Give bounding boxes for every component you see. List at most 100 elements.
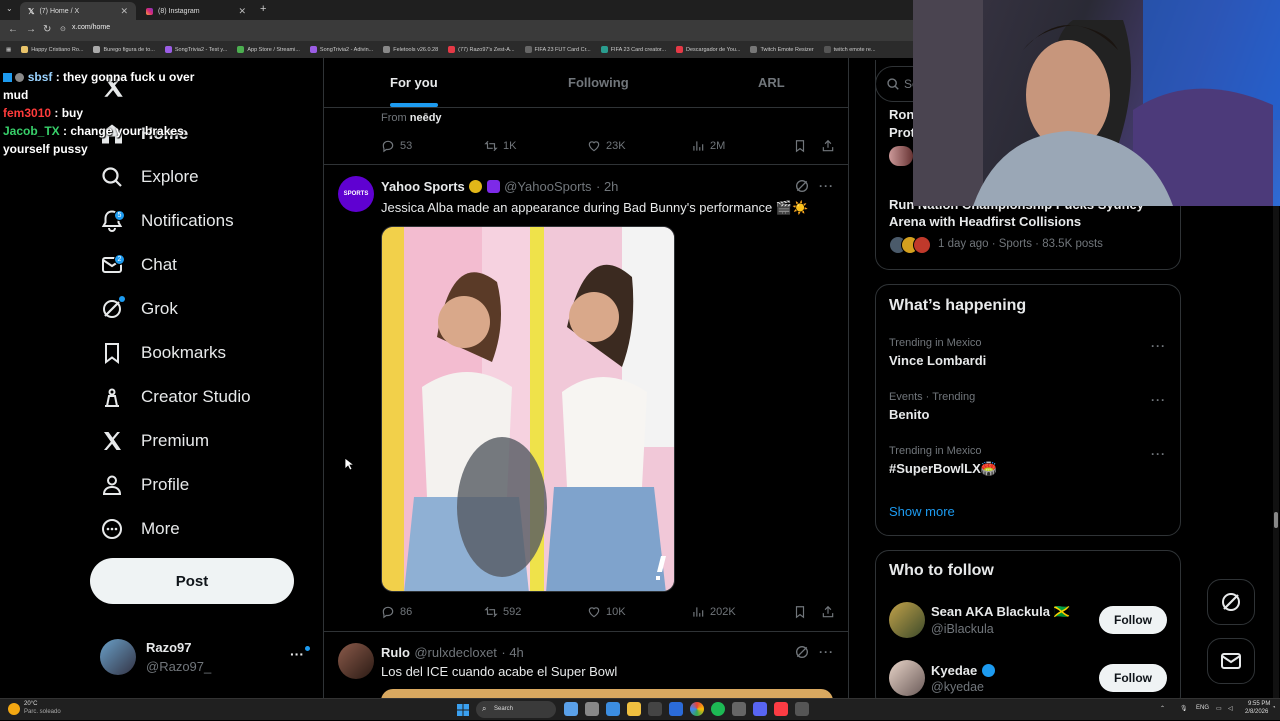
apps-icon[interactable]: ▦ <box>6 47 11 53</box>
more-dots-icon[interactable]: ··· <box>819 179 834 193</box>
spotify-icon[interactable] <box>711 702 725 716</box>
close-tab-icon[interactable]: ✕ <box>238 6 246 17</box>
bookmark-item[interactable]: (77) Razo97's Zest-A... <box>448 46 515 53</box>
edge-icon[interactable] <box>606 702 620 716</box>
taskbar-search[interactable]: ⌕ Search <box>476 701 556 718</box>
sidebar-item-explore[interactable]: Explore <box>100 162 199 192</box>
grok-explain-icon[interactable] <box>794 644 810 665</box>
sidebar-item-bookmarks[interactable]: Bookmarks <box>100 338 226 368</box>
bookmark-item[interactable]: FIFA 23 FUT Card Cr... <box>524 46 591 53</box>
widgets-icon[interactable] <box>564 702 578 716</box>
views-button[interactable]: 2M <box>691 139 725 153</box>
tweet-author-name[interactable]: Yahoo Sports <box>381 179 465 194</box>
follow-button[interactable]: Follow <box>1099 606 1167 634</box>
url-input[interactable]: x.com/home <box>72 24 110 31</box>
more-dots-icon[interactable]: ··· <box>819 645 834 659</box>
tweet-author-handle[interactable]: @rulxdecloxet <box>414 645 497 660</box>
live-subtitle[interactable]: Prot <box>889 125 915 140</box>
more-dots-icon[interactable]: ··· <box>290 646 304 662</box>
trend-item[interactable]: Trending in Mexico Vince Lombardi ··· <box>889 337 1169 377</box>
share-button[interactable] <box>821 139 835 153</box>
live-title[interactable]: Ron <box>889 107 914 122</box>
tweet-photo[interactable] <box>381 226 675 592</box>
sidebar-item-creator-studio[interactable]: Creator Studio <box>100 382 251 412</box>
suggested-account-name[interactable]: Sean AKA Blackula 🇯🇲 <box>931 604 1070 620</box>
weather-desc[interactable]: Parc. soleado <box>24 709 61 715</box>
back-icon[interactable]: ← <box>8 24 18 35</box>
store-icon[interactable] <box>648 702 662 716</box>
trend-item[interactable]: Events · Trending Benito ··· <box>889 391 1169 431</box>
like-button[interactable]: 10K <box>587 605 626 619</box>
bookmark-item[interactable]: twitch emote re... <box>823 46 876 53</box>
sidebar-item-more[interactable]: More <box>100 514 180 544</box>
weather-temp[interactable]: 20°C <box>24 701 37 707</box>
more-dots-icon[interactable]: ··· <box>1151 447 1166 461</box>
browser-tab-x[interactable]: 𝕏 (7) Home / X ✕ <box>20 2 136 20</box>
views-button[interactable]: 202K <box>691 605 736 619</box>
tab-arl[interactable]: ARL <box>758 75 785 90</box>
microphone-icon[interactable]: 🎙 <box>1180 705 1188 712</box>
language-indicator[interactable]: ENG <box>1196 705 1209 711</box>
trend-item[interactable]: Trending in Mexico #SuperBowlLX🏟️ ··· <box>889 445 1169 485</box>
app-icon[interactable] <box>669 702 683 716</box>
music-icon[interactable] <box>774 702 788 716</box>
clock-date[interactable]: 2/8/2026 <box>1245 709 1268 715</box>
sidebar-item-premium[interactable]: Premium <box>100 426 209 456</box>
bookmark-button[interactable] <box>793 605 807 619</box>
show-more-link[interactable]: Show more <box>889 504 955 519</box>
tab-menu-icon[interactable]: ⌄ <box>6 4 13 13</box>
bookmark-item[interactable]: SongTrivia2 - Adivin... <box>309 46 373 53</box>
rulo-avatar[interactable] <box>338 643 374 679</box>
clock-time[interactable]: 9:55 PM <box>1248 701 1270 707</box>
reload-icon[interactable]: ↻ <box>43 24 51 35</box>
scrollbar-thumb[interactable] <box>1274 512 1278 528</box>
grok-explain-icon[interactable] <box>794 178 810 199</box>
post-button[interactable]: Post <box>90 558 294 604</box>
bookmark-item[interactable]: Descargador de You... <box>676 46 740 53</box>
tab-following[interactable]: Following <box>568 75 629 90</box>
bookmark-item[interactable]: Burego figura de to... <box>93 46 155 53</box>
volume-icon[interactable]: ◁ <box>1228 705 1233 712</box>
repost-button[interactable]: 1K <box>484 139 516 153</box>
tweet-time[interactable]: · 4h <box>501 645 523 660</box>
account-switcher[interactable]: Razo97 @Razo97_ ··· <box>100 638 310 678</box>
yahoo-sports-avatar[interactable]: SPORTS <box>338 176 374 212</box>
windows-start-icon[interactable] <box>457 703 469 716</box>
suggested-account-name[interactable]: Kyedae <box>931 663 977 678</box>
forward-icon[interactable]: → <box>26 24 36 35</box>
chrome-icon[interactable] <box>690 702 704 716</box>
tweet-photo[interactable] <box>381 689 833 698</box>
reply-button[interactable]: 53 <box>381 139 412 153</box>
follow-button[interactable]: Follow <box>1099 664 1167 692</box>
share-button[interactable] <box>821 605 835 619</box>
messages-floating-button[interactable] <box>1207 638 1255 684</box>
chevron-up-icon[interactable]: ⌃ <box>1160 705 1165 712</box>
close-tab-icon[interactable]: ✕ <box>120 6 128 17</box>
bookmark-item[interactable]: Happy Cristiano Ro... <box>21 46 83 53</box>
from-name[interactable]: neēdy <box>410 112 442 124</box>
like-button[interactable]: 23K <box>587 139 626 153</box>
tweet-author-name[interactable]: Rulo <box>381 645 410 660</box>
tab-for-you[interactable]: For you <box>390 75 438 90</box>
avatar[interactable] <box>889 660 925 696</box>
sidebar-item-grok[interactable]: Grok <box>100 294 178 324</box>
app-icon[interactable] <box>795 702 809 716</box>
bookmark-item[interactable]: FIFA 23 Card creator... <box>600 46 666 53</box>
tweet-author-handle[interactable]: @YahooSports <box>504 179 591 194</box>
avatar[interactable] <box>889 602 925 638</box>
new-tab-icon[interactable]: + <box>260 3 266 15</box>
file-explorer-icon[interactable] <box>627 702 641 716</box>
more-dots-icon[interactable]: ··· <box>1151 393 1166 407</box>
repost-button[interactable]: 592 <box>484 605 521 619</box>
discord-icon[interactable] <box>753 702 767 716</box>
browser-tab-instagram[interactable]: (8) Instagram ✕ <box>138 2 254 20</box>
notifications-bell-icon[interactable]: ◔ <box>1272 705 1276 711</box>
grok-floating-button[interactable] <box>1207 579 1255 625</box>
app-icon[interactable] <box>732 702 746 716</box>
bookmark-item[interactable]: Twitch Emote Resizer <box>750 46 814 53</box>
tweet-time[interactable]: · 2h <box>596 179 618 194</box>
task-view-icon[interactable] <box>585 702 599 716</box>
site-info-icon[interactable]: ⊙ <box>60 25 66 33</box>
network-icon[interactable]: ▭ <box>1216 705 1222 712</box>
sidebar-item-profile[interactable]: Profile <box>100 470 189 500</box>
